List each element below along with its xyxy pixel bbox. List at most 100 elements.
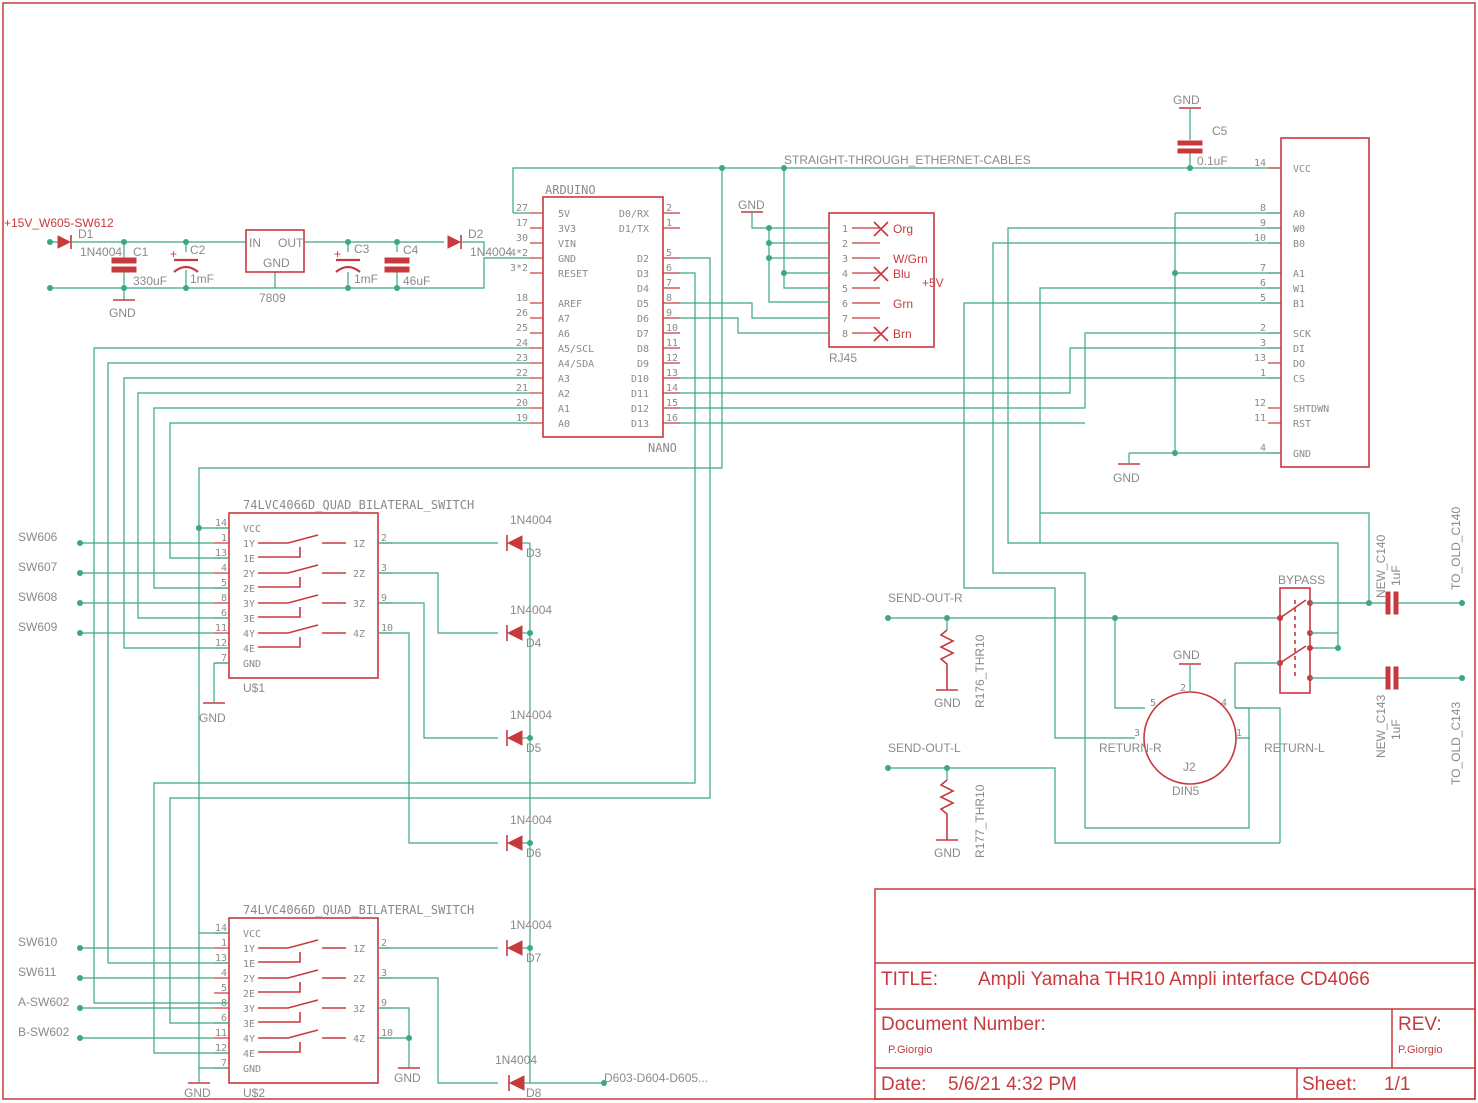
- arduino-pin-number: 16: [666, 413, 678, 424]
- arduino-pin-number: 27: [516, 203, 528, 214]
- switch-pin-name: 2Z: [353, 974, 365, 985]
- capacitor-c143: NEW_C143 1uF TO_OLD_C143: [1374, 666, 1465, 785]
- arduino-pin-number: 5: [666, 248, 672, 259]
- arduino-pin-number: 15: [666, 398, 678, 409]
- switch-pin-number: 14: [215, 923, 227, 934]
- pot-pin-number: 14: [1254, 158, 1266, 169]
- svg-text:C3: C3: [354, 242, 370, 256]
- switch-pin-number: 3: [381, 968, 387, 979]
- arduino-pin-number: 23: [516, 353, 528, 364]
- power-supply: +15V_W605-SW612 D1 1N4004 C1 330uF + C2 …: [4, 216, 530, 320]
- svg-text:1mF: 1mF: [354, 272, 378, 286]
- switch-pin-name: 3E: [243, 1019, 255, 1030]
- svg-text:D5: D5: [526, 741, 542, 755]
- svg-text:C2: C2: [190, 243, 206, 257]
- svg-text:TO_OLD_C140: TO_OLD_C140: [1449, 507, 1463, 590]
- arduino-pin-number: 26: [516, 308, 528, 319]
- switch-input-label: SW608: [18, 590, 58, 604]
- arduino-pin-name: D10: [631, 374, 649, 385]
- switch-pin-number: 13: [215, 548, 227, 559]
- pot-pin-name: SHTDWN: [1293, 404, 1329, 415]
- pot-pin-name: RST: [1293, 419, 1311, 430]
- svg-text:D7: D7: [526, 951, 542, 965]
- gnd-symbol-pot: GND: [1113, 463, 1140, 485]
- svg-text:D8: D8: [526, 1086, 542, 1100]
- svg-text:3: 3: [1134, 728, 1140, 739]
- arduino-pin-number: 8: [666, 293, 672, 304]
- pot-pin-number: 10: [1254, 233, 1266, 244]
- arduino-pin-name: A0: [558, 419, 570, 430]
- switch-pin-name: 2E: [243, 989, 255, 1000]
- arduino-pin-number: 1: [666, 218, 672, 229]
- switch-pin-number: 10: [381, 1028, 393, 1039]
- switch-pin-name: 3E: [243, 614, 255, 625]
- switch-input-label: A-SW602: [18, 995, 70, 1009]
- svg-text:U$2: U$2: [243, 1086, 265, 1100]
- svg-text:330uF: 330uF: [133, 274, 167, 288]
- arduino-pin-name: A7: [558, 314, 570, 325]
- svg-text:GND: GND: [1173, 648, 1200, 662]
- arduino-pin-name: D2: [637, 254, 649, 265]
- digital-pot-ic: 14 VCC 8 A0 9 W0 10 B0 7 A1 6 W1 5 B1 2 SCK 3 DI 13 DO 1 CS 12…: [1113, 93, 1370, 485]
- svg-text:+5V: +5V: [922, 276, 944, 290]
- arduino-pin-name: D7: [637, 329, 649, 340]
- switch-input-label: SW606: [18, 530, 58, 544]
- svg-text:1uF: 1uF: [1389, 565, 1403, 586]
- switch-pin-name: GND: [243, 659, 261, 670]
- arduino-pin-number: 2: [666, 203, 672, 214]
- switch-pin-number: 4: [221, 968, 227, 979]
- svg-text:R177_THR10: R177_THR10: [973, 784, 987, 858]
- arduino-pin-name: AREF: [558, 299, 582, 310]
- gnd-symbol-u2-right: GND: [394, 1067, 421, 1085]
- svg-text:D3: D3: [526, 546, 542, 560]
- power-input-label: +15V_W605-SW612: [4, 216, 114, 230]
- rj45-pin-number: 5: [842, 284, 848, 295]
- arduino-nano: ARDUINO NANO 275V173V330VIN4*2GND3*2RESE…: [510, 183, 680, 455]
- capacitor-c4: C4 46uF: [384, 243, 430, 288]
- rj45-pin-number: 7: [842, 314, 848, 325]
- switch-input-label: SW610: [18, 935, 58, 949]
- pot-pin-name: GND: [1293, 449, 1311, 460]
- svg-text:NANO: NANO: [648, 441, 677, 455]
- arduino-pin-number: 18: [516, 293, 528, 304]
- net-label-ethernet: STRAIGHT-THROUGH_ETHERNET-CABLES: [784, 153, 1031, 167]
- pot-pin-number: 5: [1260, 293, 1266, 304]
- svg-text:GND: GND: [1113, 471, 1140, 485]
- svg-text:74LVC4066D_QUAD_BILATERAL_SWIT: 74LVC4066D_QUAD_BILATERAL_SWITCH: [243, 498, 474, 512]
- arduino-pin-number: 11: [666, 338, 678, 349]
- switch-pin-name: 3Z: [353, 599, 365, 610]
- switch-pin-name: 1E: [243, 959, 255, 970]
- gnd-symbol-u2: GND: [184, 1082, 211, 1100]
- svg-text:GND: GND: [109, 306, 136, 320]
- svg-text:1N4004: 1N4004: [510, 918, 552, 932]
- diode-d2: D2 1N4004: [447, 227, 512, 259]
- pot-pin-name: SCK: [1293, 329, 1311, 340]
- arduino-pin-name: A1: [558, 404, 570, 415]
- svg-text:IN: IN: [249, 236, 261, 250]
- switch-pin-name: 4E: [243, 644, 255, 655]
- arduino-pin-number: 24: [516, 338, 528, 349]
- switch-pin-number: 6: [221, 608, 227, 619]
- svg-text:GND: GND: [394, 1071, 421, 1085]
- svg-text:46uF: 46uF: [403, 274, 430, 288]
- svg-text:1N4004: 1N4004: [510, 708, 552, 722]
- svg-text:GND: GND: [1173, 93, 1200, 107]
- svg-text:C5: C5: [1212, 124, 1228, 138]
- svg-text:1/1: 1/1: [1384, 1074, 1410, 1095]
- pot-pin-name: B0: [1293, 239, 1305, 250]
- rj45-pin-label: Brn: [893, 327, 912, 341]
- switch-ic-u1: 74LVC4066D_QUAD_BILATERAL_SWITCH U$1 14V…: [199, 498, 474, 725]
- switch-pin-number: 11: [215, 623, 227, 634]
- pot-pin-name: CS: [1293, 374, 1305, 385]
- arduino-pin-number: 21: [516, 383, 528, 394]
- pot-pin-number: 7: [1260, 263, 1266, 274]
- switch-input-label: SW609: [18, 620, 58, 634]
- pot-pin-name: DO: [1293, 359, 1305, 370]
- audio-section: SEND-OUT-R SEND-OUT-L GND R176_THR10 GND…: [885, 507, 1465, 860]
- switch-pin-number: 4: [221, 563, 227, 574]
- pot-pin-name: W0: [1293, 224, 1305, 235]
- pot-pin-name: A0: [1293, 209, 1305, 220]
- arduino-pin-name: D1/TX: [619, 224, 649, 235]
- pot-pin-number: 4: [1260, 443, 1266, 454]
- switch-pin-name: VCC: [243, 929, 261, 940]
